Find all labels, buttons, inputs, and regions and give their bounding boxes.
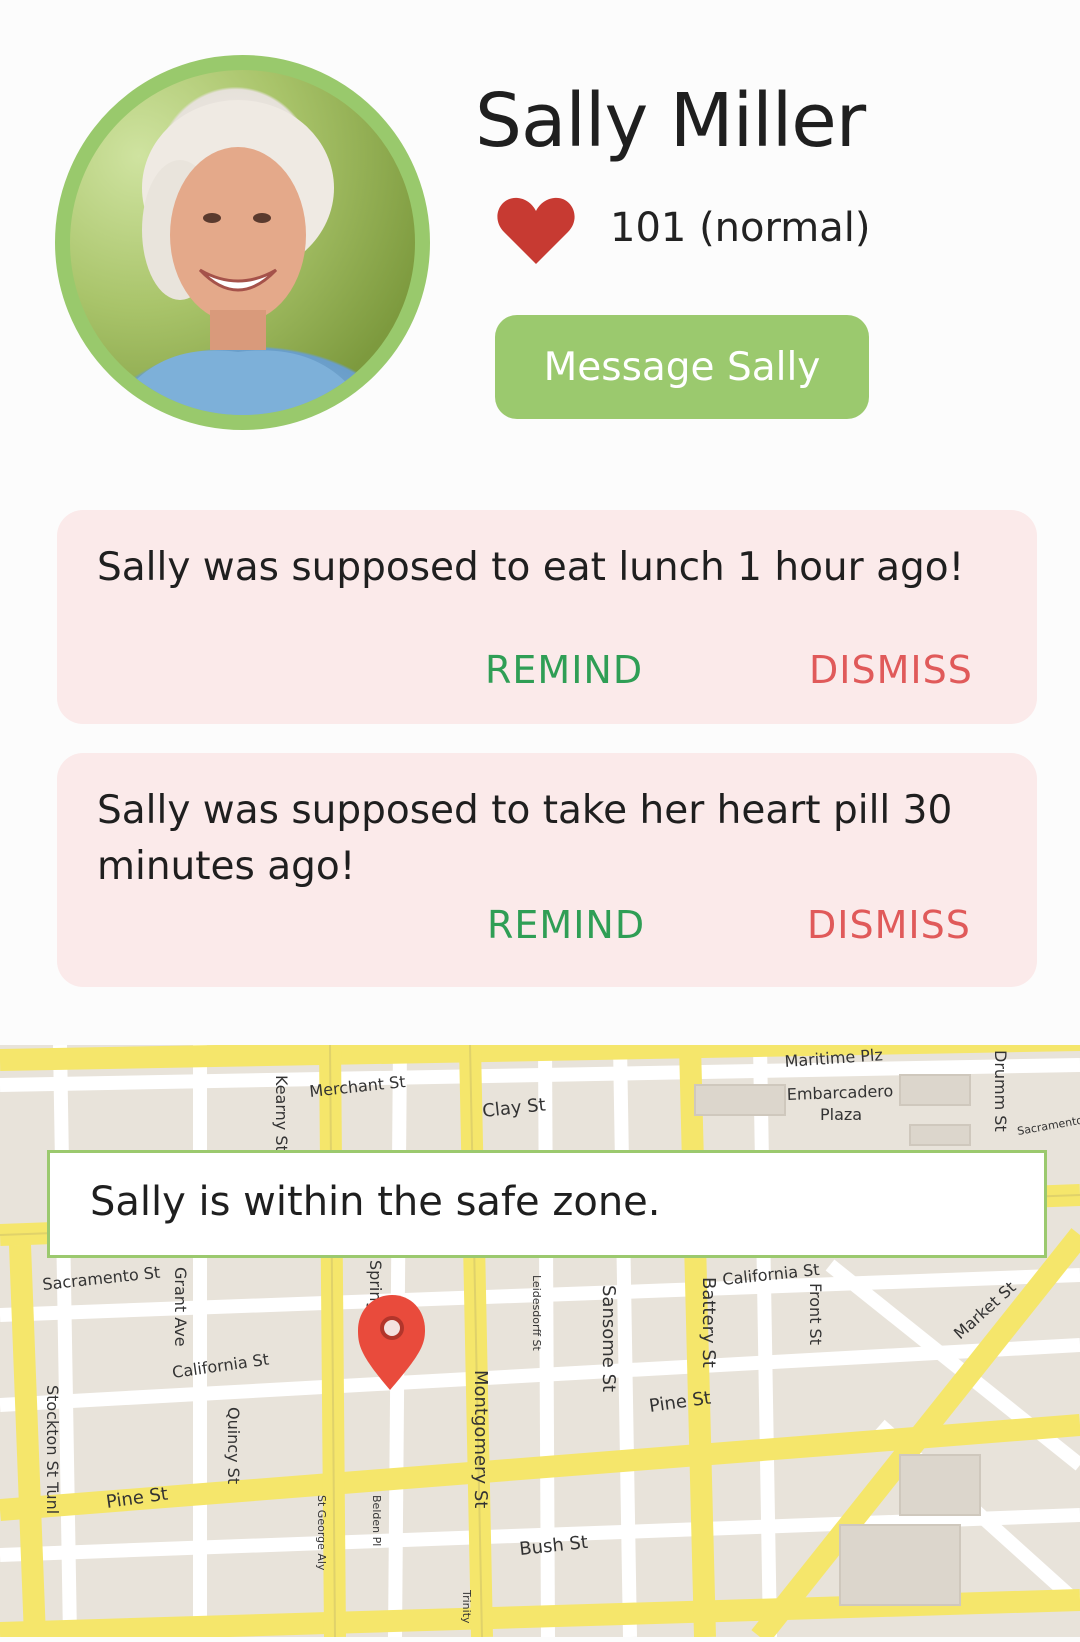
- street-label: Montgomery St: [470, 1370, 491, 1508]
- profile-name: Sally Miller: [475, 78, 866, 164]
- alert-text: Sally was supposed to eat lunch 1 hour a…: [97, 545, 965, 590]
- street-label: Quincy St: [224, 1407, 243, 1484]
- alert-text: Sally was supposed to take her heart pil…: [97, 788, 953, 889]
- street-label: Battery St: [698, 1277, 719, 1368]
- street-label: Front St: [806, 1283, 825, 1345]
- street-label: Kearny St: [272, 1075, 291, 1152]
- heart-icon: [497, 197, 575, 264]
- street-label: Drumm St: [991, 1050, 1010, 1132]
- avatar: [55, 55, 430, 430]
- safe-zone-banner: Sally is within the safe zone.: [47, 1150, 1047, 1258]
- street-label: Leidesdorff St: [530, 1275, 543, 1352]
- dismiss-button[interactable]: DISMISS: [807, 903, 971, 947]
- street-label: Sansome St: [598, 1285, 619, 1392]
- map[interactable]: Merchant St Clay St Maritime Plz Embarca…: [0, 1045, 1080, 1637]
- street-label: Stockton St Tunl: [43, 1385, 62, 1514]
- street-label: St George Aly: [315, 1495, 328, 1571]
- map-canvas: Merchant St Clay St Maritime Plz Embarca…: [0, 1045, 1080, 1637]
- remind-button[interactable]: REMIND: [485, 648, 643, 692]
- street-label: Plaza: [820, 1105, 862, 1124]
- street-label: Embarcadero: [786, 1081, 893, 1104]
- remind-button[interactable]: REMIND: [487, 903, 645, 947]
- message-button[interactable]: Message Sally: [495, 315, 869, 419]
- alert-card: Sally was supposed to take her heart pil…: [57, 753, 1037, 987]
- street-label: Grant Ave: [171, 1267, 190, 1347]
- safe-zone-status: Sally is within the safe zone.: [90, 1179, 661, 1225]
- alert-card: Sally was supposed to eat lunch 1 hour a…: [57, 510, 1037, 724]
- dismiss-button[interactable]: DISMISS: [809, 648, 973, 692]
- street-label: Trinity: [460, 1589, 473, 1624]
- street-label: Belden Pl: [370, 1495, 383, 1546]
- avatar-portrait: [110, 100, 370, 415]
- heart-rate-value: 101 (normal): [610, 205, 871, 251]
